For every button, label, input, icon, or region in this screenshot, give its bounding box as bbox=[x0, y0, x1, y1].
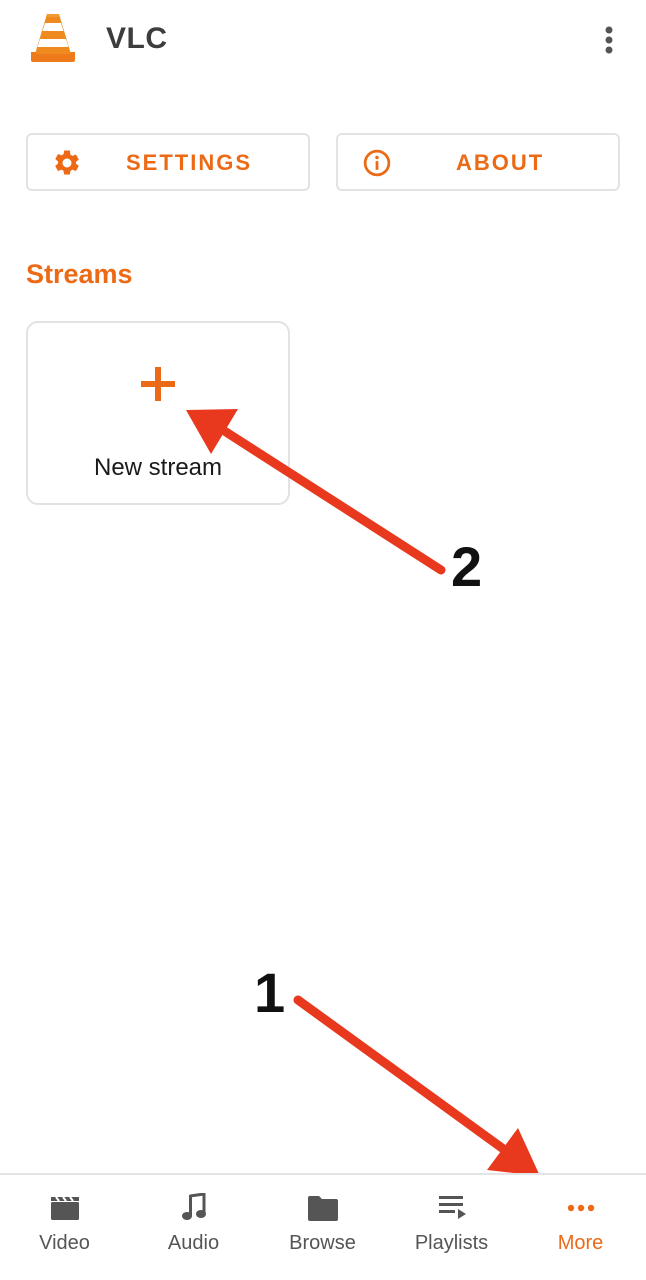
nav-item-video[interactable]: Video bbox=[0, 1175, 129, 1280]
streams-section-title: Streams bbox=[26, 259, 133, 289]
about-label: ABOUT bbox=[456, 150, 545, 175]
new-stream-label: New stream bbox=[93, 454, 223, 481]
folder-icon bbox=[307, 1196, 338, 1221]
nav-item-browse[interactable]: Browse bbox=[258, 1175, 387, 1280]
nav-label-browse: Browse bbox=[289, 1232, 356, 1254]
nav-item-more[interactable]: More bbox=[516, 1175, 645, 1280]
nav-label-more: More bbox=[557, 1232, 604, 1254]
nav-item-audio[interactable]: Audio bbox=[129, 1175, 258, 1280]
app-bar: VLC bbox=[0, 0, 646, 80]
plus-icon bbox=[141, 367, 175, 401]
about-button[interactable]: ABOUT bbox=[336, 133, 620, 191]
gear-icon bbox=[55, 150, 79, 175]
nav-label-video: Video bbox=[39, 1232, 90, 1254]
overflow-menu-button[interactable] bbox=[592, 20, 626, 60]
step-number-2: 2 bbox=[451, 535, 483, 598]
annotation-arrows bbox=[186, 409, 540, 1176]
settings-button[interactable]: SETTINGS bbox=[26, 133, 310, 191]
step-number-1: 1 bbox=[254, 961, 286, 1024]
playlist-icon bbox=[438, 1196, 466, 1219]
more-vert-icon bbox=[605, 26, 613, 54]
more-horiz-icon bbox=[567, 1204, 594, 1212]
settings-label: SETTINGS bbox=[126, 150, 253, 175]
nav-label-audio: Audio bbox=[167, 1232, 220, 1254]
nav-label-playlists: Playlists bbox=[414, 1232, 489, 1254]
nav-item-playlists[interactable]: Playlists bbox=[387, 1175, 516, 1280]
bottom-navigation: Video Audio Browse Playlists More bbox=[0, 1173, 646, 1280]
app-title: VLC bbox=[106, 22, 168, 55]
info-icon bbox=[363, 149, 391, 177]
music-note-icon bbox=[181, 1193, 206, 1220]
arrow-1 bbox=[293, 995, 540, 1176]
vlc-cone-icon bbox=[31, 14, 75, 62]
video-clapper-icon bbox=[50, 1196, 79, 1220]
vlc-more-screen: VLC SETTINGS ABOUT Streams New stream 1 … bbox=[0, 0, 646, 1280]
new-stream-card[interactable]: New stream bbox=[26, 321, 290, 505]
